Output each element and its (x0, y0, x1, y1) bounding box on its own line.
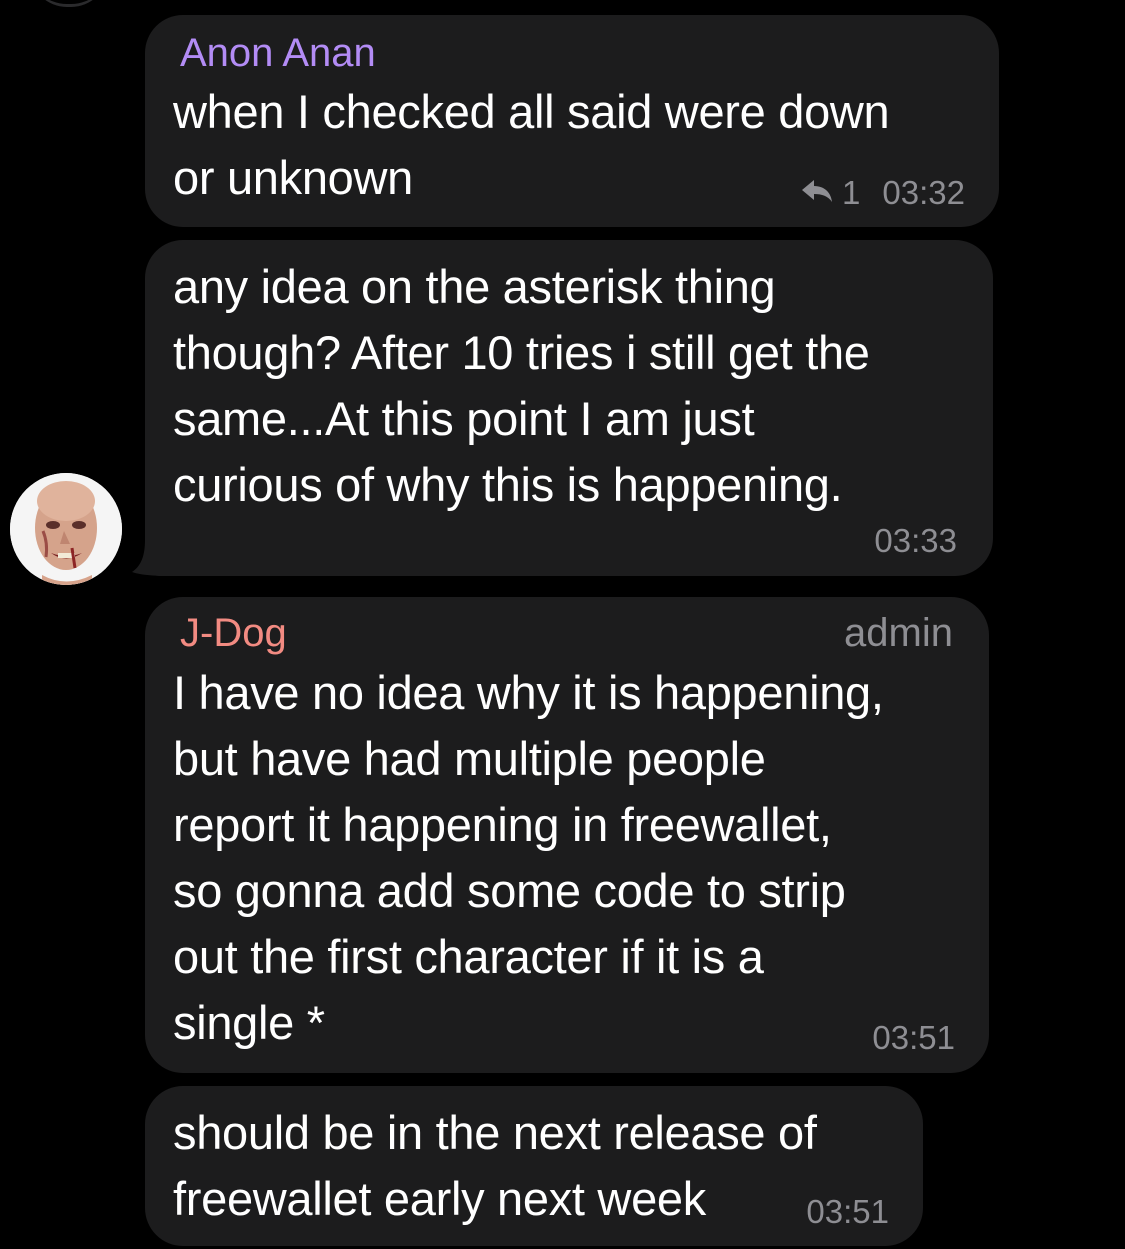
message-time: 03:51 (806, 1193, 889, 1230)
avatar-face-icon (10, 473, 122, 585)
message-bubble-j-dog[interactable]: J-Dog admin I have no idea why it is hap… (145, 597, 989, 1073)
message-time: 03:51 (872, 1019, 955, 1056)
message-text: when I checked all said were down or unk… (173, 85, 890, 204)
message-text: I have no idea why it is happening, but … (173, 666, 884, 1049)
previous-avatar-edge (30, 0, 108, 7)
chat-view: Anon Anan when I checked all said were d… (0, 0, 1125, 1249)
message-time: 03:33 (874, 522, 957, 559)
message-bubble-anon-anan[interactable]: Anon Anan when I checked all said were d… (145, 15, 999, 227)
message-meta: 03:51 (872, 1018, 955, 1058)
reply-arrow-icon[interactable] (800, 173, 834, 213)
message-bubble[interactable]: any idea on the asterisk thing though? A… (145, 240, 993, 576)
bubble-tail (132, 540, 172, 576)
message-text: any idea on the asterisk thing though? A… (173, 260, 870, 511)
message-bubble[interactable]: should be in the next release of freewal… (145, 1086, 923, 1246)
message-meta: 03:33 (874, 521, 957, 561)
message-time: 03:32 (882, 174, 965, 211)
sender-name[interactable]: Anon Anan (180, 29, 376, 77)
message-meta: 03:51 (806, 1192, 889, 1232)
reply-count[interactable]: 1 (842, 173, 860, 213)
sender-name[interactable]: J-Dog (180, 609, 287, 657)
message-text: should be in the next release of freewal… (173, 1106, 817, 1225)
message-meta: 1 03:32 (800, 173, 965, 213)
admin-badge: admin (844, 611, 953, 655)
user-avatar[interactable] (10, 473, 122, 585)
